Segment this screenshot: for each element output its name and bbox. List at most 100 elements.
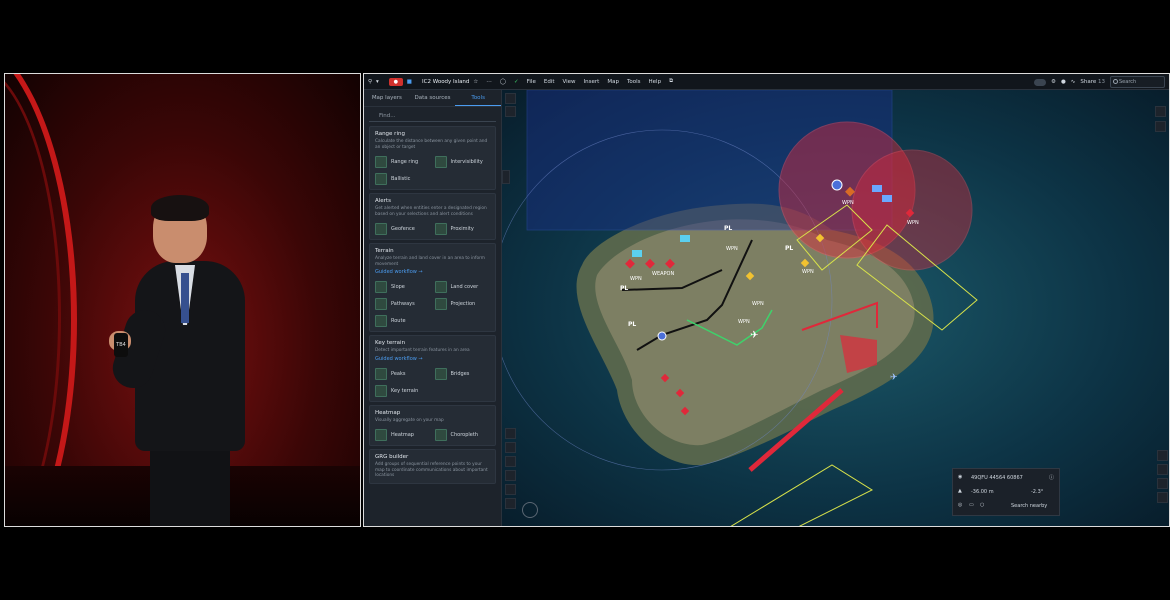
heatmap-icon bbox=[375, 429, 387, 441]
bell-icon[interactable]: ● bbox=[1061, 79, 1066, 85]
shield-icon[interactable]: ◯ bbox=[496, 79, 510, 85]
tab-map-layers[interactable]: Map layers bbox=[364, 90, 410, 106]
bell-icon[interactable] bbox=[1155, 106, 1166, 117]
message-icon bbox=[872, 185, 882, 192]
zoom-out-icon[interactable] bbox=[1157, 478, 1168, 489]
info-icon[interactable]: ⓘ bbox=[1049, 474, 1054, 481]
select-tool-icon[interactable] bbox=[505, 428, 516, 439]
card-desc: Visually aggregate on your map bbox=[375, 417, 444, 423]
map-mode-button[interactable] bbox=[505, 93, 516, 104]
tool-slope[interactable]: Slope bbox=[375, 281, 431, 293]
card-title: Heatmap bbox=[375, 409, 401, 416]
presentation-clicker: TB4 bbox=[114, 333, 128, 357]
card-desc: Calculate the distance between any given… bbox=[375, 139, 488, 150]
choropleth-icon bbox=[434, 429, 447, 441]
layers-icon[interactable]: ⧉ bbox=[665, 78, 677, 85]
compass-icon[interactable] bbox=[522, 502, 538, 518]
card-desc: Add groups of sequential reference point… bbox=[375, 462, 488, 478]
sensor-icon bbox=[632, 250, 642, 257]
tool-card-alerts: Alerts Get alerted when entities enter a… bbox=[369, 193, 496, 240]
menu-tools[interactable]: Tools bbox=[623, 79, 645, 85]
pin-icon: ◉ bbox=[958, 474, 963, 480]
tool-proximity[interactable]: Proximity bbox=[434, 223, 491, 235]
chat-icon[interactable] bbox=[1155, 121, 1166, 132]
zoom-controls bbox=[1157, 450, 1168, 503]
pen-tool-icon[interactable] bbox=[505, 484, 516, 495]
shape-tool-icon[interactable] bbox=[505, 456, 516, 467]
friendly-unit-icon bbox=[831, 179, 843, 191]
more-icon[interactable]: ⋯ bbox=[482, 79, 496, 85]
activity-icon[interactable]: ∿ bbox=[1071, 79, 1076, 85]
menu-map[interactable]: Map bbox=[603, 79, 623, 85]
find-input[interactable]: Find... bbox=[369, 111, 496, 122]
card-desc: Detect important terrain features in an … bbox=[375, 348, 470, 353]
grid-tool-icon[interactable] bbox=[505, 470, 516, 481]
ruler-icon[interactable]: ▭ bbox=[969, 502, 974, 508]
layers-icon[interactable] bbox=[1157, 450, 1168, 461]
menu-view[interactable]: View bbox=[559, 79, 580, 85]
card-title: Terrain bbox=[375, 248, 394, 254]
speaker-legs bbox=[150, 444, 230, 526]
map-layers-button[interactable] bbox=[505, 106, 516, 117]
land-cover-icon bbox=[434, 281, 447, 293]
send-tool-icon[interactable] bbox=[505, 498, 516, 509]
tool-route[interactable]: Route bbox=[375, 315, 431, 327]
aircraft-icon: ✈ bbox=[750, 330, 758, 341]
toggle-switch[interactable] bbox=[1034, 78, 1047, 86]
tool-bridges[interactable]: Bridges bbox=[434, 367, 491, 380]
search-input[interactable]: Search bbox=[1110, 76, 1165, 88]
speaker-hair bbox=[151, 195, 209, 221]
recording-badge[interactable]: ● bbox=[388, 77, 403, 86]
speaker: TB4 bbox=[105, 195, 275, 526]
tool-card-range-ring: Range ring Calculate the distance betwee… bbox=[369, 126, 496, 190]
friendly-unit-icon-2 bbox=[657, 331, 667, 341]
bridges-icon bbox=[434, 367, 447, 380]
gear-icon[interactable]: ⚙ bbox=[1051, 79, 1056, 85]
tool-ballistic[interactable]: Ballistic bbox=[375, 173, 431, 185]
menu-insert[interactable]: Insert bbox=[580, 79, 604, 85]
tool-pathways[interactable]: Pathways bbox=[375, 298, 431, 310]
tool-heatmap[interactable]: Heatmap bbox=[375, 429, 431, 441]
ballistic-icon bbox=[375, 173, 387, 185]
tool-peaks[interactable]: Peaks bbox=[375, 367, 431, 380]
pathways-icon bbox=[375, 298, 387, 310]
project-title[interactable]: IC2 Woody Island bbox=[422, 79, 469, 85]
tool-intervisibility[interactable]: Intervisibility bbox=[434, 156, 491, 168]
pin-tool-icon[interactable] bbox=[505, 442, 516, 453]
circle-icon[interactable]: ○ bbox=[980, 502, 984, 508]
guided-workflow-link[interactable]: Guided workflow → bbox=[375, 356, 490, 362]
chevron-down-icon[interactable]: ▾ bbox=[376, 79, 379, 85]
tool-projection[interactable]: Projection bbox=[434, 298, 491, 310]
guided-workflow-link[interactable]: Guided workflow → bbox=[375, 269, 490, 275]
share-button[interactable]: Share 13 bbox=[1080, 79, 1105, 85]
tool-geofence[interactable]: Geofence bbox=[375, 223, 431, 235]
tab-data-sources[interactable]: Data sources bbox=[410, 90, 456, 106]
tool-range-ring[interactable]: Range ring bbox=[375, 156, 431, 168]
map-application: ⚲ ▾ ● ■ IC2 Woody Island ☆ ⋯ ◯ ✓ File Ed… bbox=[363, 73, 1170, 527]
zoom-in-icon[interactable] bbox=[1157, 464, 1168, 475]
app-logo-icon[interactable]: ⚲ bbox=[364, 79, 376, 85]
collapse-panel-button[interactable] bbox=[502, 170, 510, 184]
satellite-map[interactable]: ✈ ✈ PL PL PL PL WPN WPN WPN WPN WPN WPN … bbox=[502, 90, 1169, 526]
map-canvas[interactable]: ✈ ✈ PL PL PL PL WPN WPN WPN WPN WPN WPN … bbox=[502, 90, 1169, 526]
search-nearby-button[interactable]: Search nearby bbox=[1011, 503, 1047, 509]
right-side-buttons bbox=[1155, 106, 1169, 132]
target-icon[interactable]: ◎ bbox=[958, 502, 962, 508]
tool-card-key-terrain: Key terrain Detect important terrain fea… bbox=[369, 335, 496, 402]
tab-tools[interactable]: Tools bbox=[455, 90, 502, 106]
message-icon-2 bbox=[882, 195, 892, 202]
weapon-label: WPN bbox=[726, 246, 738, 252]
menu-file[interactable]: File bbox=[523, 79, 540, 85]
menu-help[interactable]: Help bbox=[645, 79, 666, 85]
menu-edit[interactable]: Edit bbox=[540, 79, 559, 85]
weapon-label: WEAPON bbox=[652, 271, 674, 277]
tool-land-cover[interactable]: Land cover bbox=[434, 281, 491, 293]
fullscreen-icon[interactable] bbox=[1157, 492, 1168, 503]
top-bar: ⚲ ▾ ● ■ IC2 Woody Island ☆ ⋯ ◯ ✓ File Ed… bbox=[364, 74, 1169, 90]
tool-choropleth[interactable]: Choropleth bbox=[434, 429, 491, 441]
drawing-toolbar bbox=[505, 428, 516, 512]
card-title: Alerts bbox=[375, 198, 391, 204]
speaker-tie bbox=[181, 273, 189, 323]
tool-key-terrain[interactable]: Key terrain bbox=[375, 384, 431, 397]
star-icon[interactable]: ☆ bbox=[469, 79, 482, 85]
